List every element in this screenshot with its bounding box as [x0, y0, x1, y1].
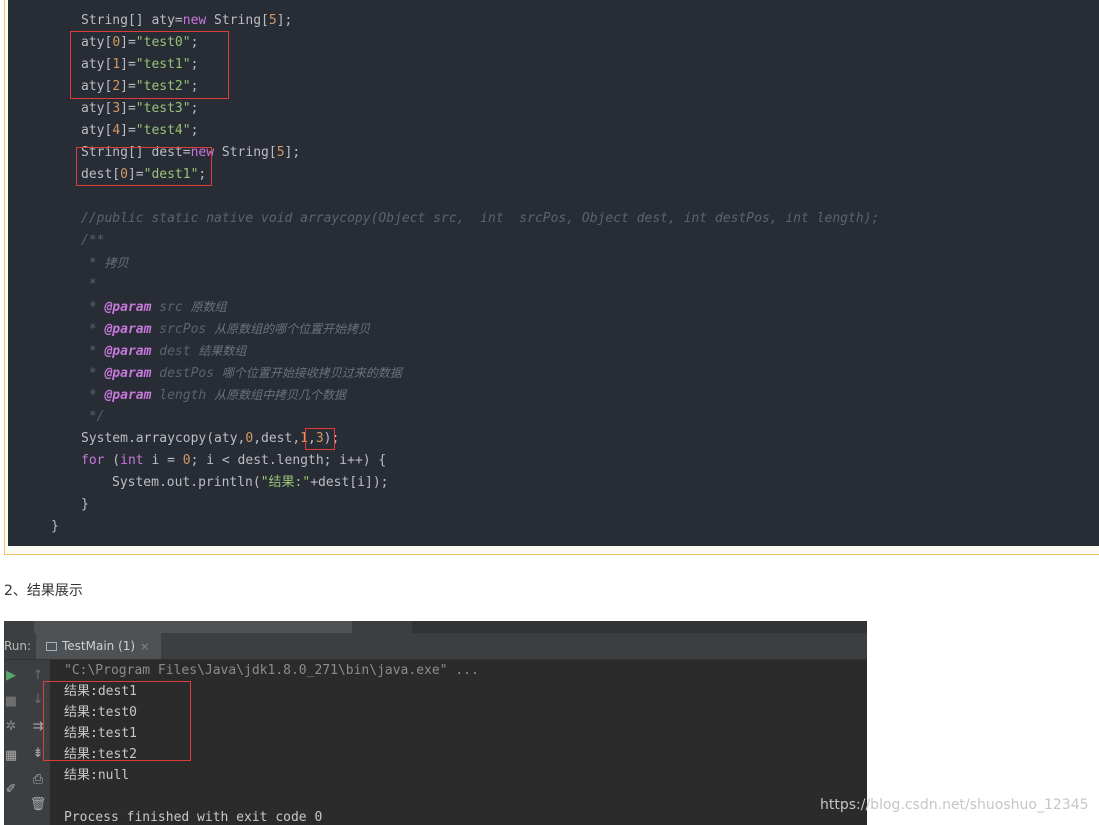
doc-comment-blank: *: [81, 277, 97, 292]
code-editor: String[] aty=new String[5]; aty[0]="test…: [8, 0, 1099, 546]
tab-label: TestMain (1): [62, 639, 136, 653]
section-heading: 2、结果展示: [4, 583, 83, 599]
console-line: 结果:null: [64, 768, 130, 783]
run-toolbar: ▶ ↑ ■ ↓ ✲ ⇉ ▦ ⇟ ⎙ ✐ 🗑: [4, 660, 50, 825]
code-line: dest[0]="dest1";: [81, 167, 207, 182]
editor-tab-strip: [412, 621, 867, 633]
console-icon: [46, 641, 57, 651]
rerun-icon[interactable]: ▶: [4, 666, 20, 684]
run-label: Run:: [4, 639, 32, 653]
console-line: "C:\Program Files\Java\jdk1.8.0_271\bin\…: [64, 663, 479, 678]
doc-comment-close: */: [81, 409, 105, 424]
doc-param: * @param dest 结果数组: [81, 344, 247, 359]
run-panel: Run: TestMain (1) × ▶ ↑ ■ ↓ ✲ ⇉ ▦ ⇟ ⎙ ✐ …: [4, 621, 867, 825]
doc-param: * @param destPos 哪个位置开始接收拷贝过来的数据: [81, 366, 402, 381]
code-line: aty[1]="test1";: [81, 57, 199, 72]
doc-param: * @param src 原数组: [81, 300, 227, 315]
doc-param: * @param srcPos 从原数组的哪个位置开始拷贝: [81, 322, 371, 337]
code-line: aty[3]="test3";: [81, 101, 199, 116]
code-line: aty[2]="test2";: [81, 79, 199, 94]
trash-icon[interactable]: 🗑: [29, 795, 47, 813]
console-line: 结果:dest1: [64, 684, 137, 699]
soft-wrap-icon[interactable]: ⇉: [29, 717, 47, 735]
code-line: System.arraycopy(aty,0,dest,1,3);: [81, 431, 340, 446]
tab-testmain[interactable]: TestMain (1) ×: [36, 633, 162, 659]
editor-tab-strip: [34, 621, 352, 633]
doc-comment-open: /**: [81, 233, 105, 248]
arrow-up-icon[interactable]: ↑: [29, 666, 47, 684]
code-line: aty[0]="test0";: [81, 35, 199, 50]
layout-icon[interactable]: ▦: [4, 746, 20, 764]
code-line: aty[4]="test4";: [81, 123, 199, 138]
settings-icon[interactable]: ✲: [4, 717, 20, 735]
code-line: System.out.println("结果:"+dest[i]);: [112, 475, 389, 490]
code-line: for (int i = 0; i < dest.length; i++) {: [81, 453, 387, 468]
doc-param: * @param length 从原数组中拷贝几个数据: [81, 388, 347, 403]
run-tab-bar: Run: TestMain (1) ×: [4, 633, 867, 660]
pin-icon[interactable]: ✐: [4, 780, 20, 798]
close-icon[interactable]: ×: [140, 640, 149, 653]
console-line: 结果:test2: [64, 747, 137, 762]
run-top-strip: [4, 621, 867, 633]
print-icon[interactable]: ⎙: [29, 770, 47, 788]
scroll-to-end-icon[interactable]: ⇟: [29, 744, 47, 762]
doc-comment-title: * 拷贝: [81, 256, 129, 271]
code-line: }: [51, 519, 59, 534]
code-line: String[] dest=new String[5];: [81, 145, 301, 160]
watermark: https://blog.csdn.net/shuoshuo_12345: [820, 797, 1089, 813]
console-line: 结果:test0: [64, 705, 137, 720]
stop-icon[interactable]: ■: [4, 692, 20, 710]
console-line: 结果:test1: [64, 726, 137, 741]
code-line: }: [81, 497, 89, 512]
code-comment: //public static native void arraycopy(Ob…: [81, 211, 880, 226]
code-line: String[] aty=new String[5];: [81, 13, 293, 28]
arrow-down-icon[interactable]: ↓: [29, 690, 47, 708]
console-line: Process finished with exit code 0: [64, 810, 323, 825]
